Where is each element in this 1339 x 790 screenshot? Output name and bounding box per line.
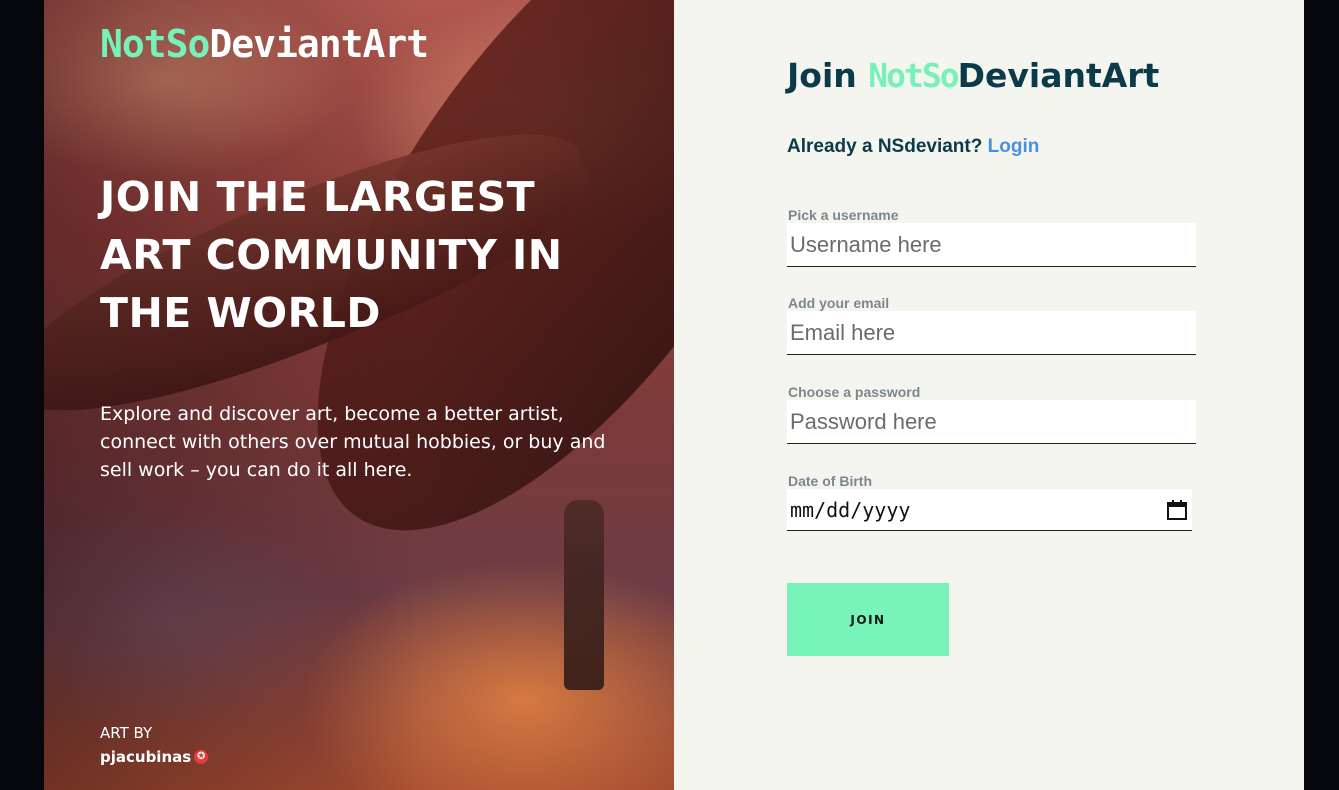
dob-label: Date of Birth [788, 473, 872, 489]
brand-logo[interactable]: NotSoDeviantArt [100, 22, 429, 66]
dob-value[interactable]: mm/dd/yyyy [790, 498, 910, 522]
art-credit-label: ART BY [100, 724, 153, 742]
login-prompt-text: Already a NSdeviant? [787, 136, 988, 157]
logo-part-deviantart: DeviantArt [209, 22, 429, 66]
logo-part-notso: NotSo [100, 22, 210, 66]
title-brand-notso: NotSo [868, 56, 959, 95]
username-input[interactable] [787, 223, 1196, 267]
login-prompt: Already a NSdeviant? Login [787, 136, 1039, 158]
signup-modal: NotSoDeviantArt JOIN THE LARGEST ART COM… [44, 0, 1304, 790]
password-input[interactable] [787, 400, 1196, 444]
title-prefix: Join [787, 56, 869, 95]
calendar-icon[interactable] [1166, 499, 1188, 521]
hero-description: Explore and discover art, become a bette… [100, 403, 606, 481]
email-label: Add your email [788, 295, 890, 311]
login-link[interactable]: Login [988, 136, 1040, 157]
username-label: Pick a username [788, 207, 899, 223]
title-brand-deviantart: DeviantArt [957, 56, 1160, 95]
join-button[interactable]: JOIN [787, 583, 949, 656]
password-label: Choose a password [788, 384, 921, 400]
artist-name[interactable]: pjacubinas [100, 748, 191, 766]
signup-form-panel: Join NotSoDeviantArt Already a NSdeviant… [674, 0, 1304, 790]
form-title: Join NotSoDeviantArt [787, 56, 1159, 95]
hero-headline: JOIN THE LARGEST ART COMMUNITY IN THE WO… [100, 173, 563, 337]
art-credit-artist[interactable]: pjacubinas ✪ [100, 748, 209, 766]
badge-icon: ✪ [194, 750, 209, 764]
email-input[interactable] [787, 311, 1196, 355]
art-panel: NotSoDeviantArt JOIN THE LARGEST ART COM… [44, 0, 674, 790]
dob-input[interactable]: mm/dd/yyyy [787, 489, 1192, 531]
